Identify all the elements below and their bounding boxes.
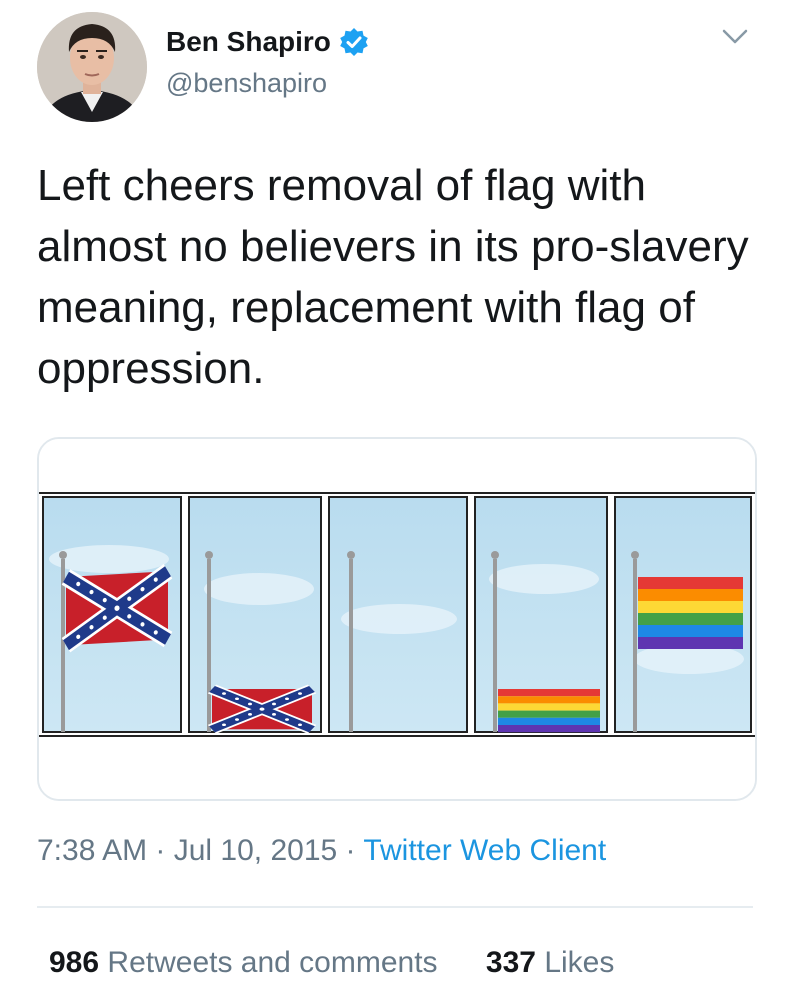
retweets-stat[interactable]: 986 Retweets and comments	[49, 946, 438, 979]
comic-image	[39, 439, 755, 799]
likes-label: Likes	[544, 946, 615, 979]
author-row: Ben Shapiro	[166, 26, 369, 58]
comic-panel-2	[188, 496, 322, 732]
comic-panel-1	[42, 496, 182, 733]
author-handle[interactable]: @benshapiro	[166, 68, 327, 99]
author-name[interactable]: Ben Shapiro	[166, 26, 331, 58]
comic-panel-5	[614, 496, 752, 733]
likes-stat[interactable]: 337 Likes	[486, 946, 614, 979]
comic-panel-4	[474, 496, 608, 733]
retweets-label: Retweets and comments	[107, 946, 438, 979]
comic-panel-3	[328, 496, 468, 733]
chevron-down-icon[interactable]	[722, 28, 748, 46]
tweet-stats: 986 Retweets and comments 337 Likes	[49, 946, 614, 980]
tweet-text: Left cheers removal of flag with almost …	[37, 161, 749, 393]
retweets-count: 986	[49, 946, 100, 979]
divider	[37, 906, 753, 908]
avatar[interactable]	[37, 12, 147, 122]
verified-badge-icon	[339, 27, 369, 57]
tweet-meta: 7:38 AM · Jul 10, 2015 · Twitter Web Cli…	[37, 834, 606, 868]
tweet-client-link[interactable]: Twitter Web Client	[363, 834, 606, 867]
tweet-date[interactable]: Jul 10, 2015	[174, 834, 337, 867]
tweet-media[interactable]	[37, 437, 757, 801]
meta-separator: ·	[337, 834, 364, 867]
profile-photo-icon	[37, 12, 147, 122]
likes-count: 337	[485, 946, 536, 979]
meta-separator: ·	[147, 834, 174, 867]
tweet-time[interactable]: 7:38 AM	[37, 834, 147, 867]
